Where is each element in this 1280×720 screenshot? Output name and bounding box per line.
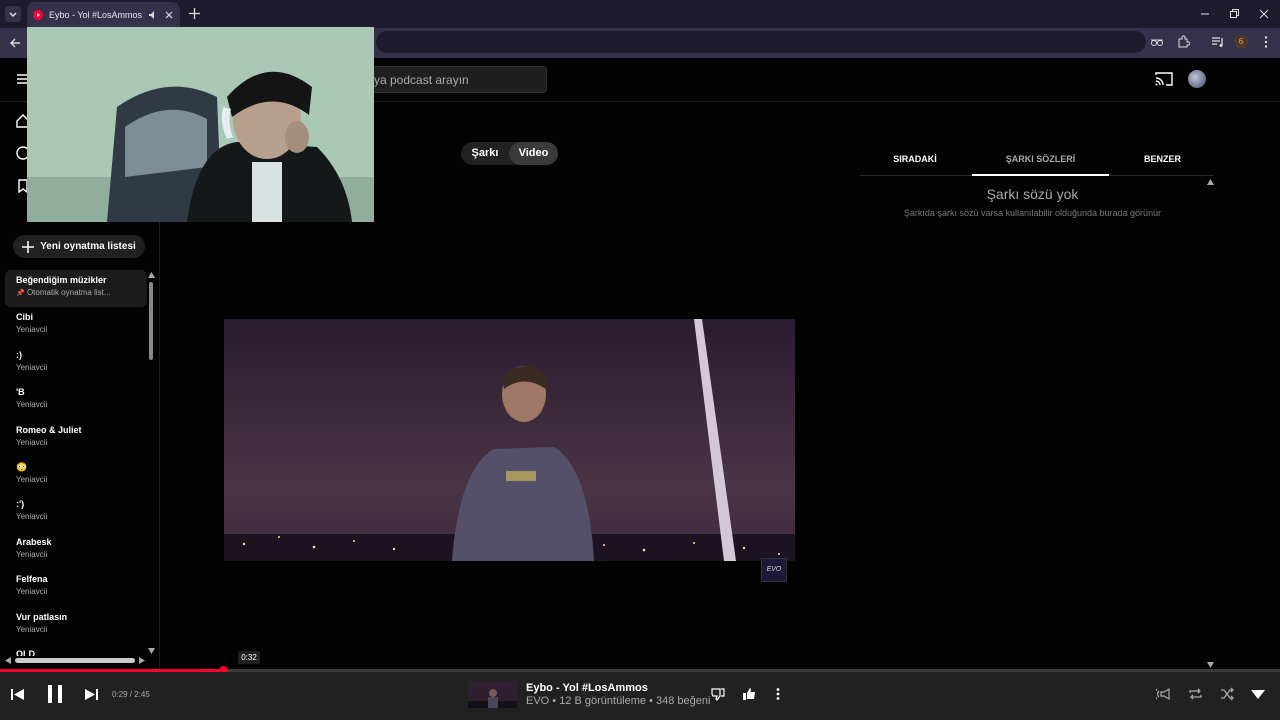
- shuffle-icon[interactable]: [1220, 687, 1235, 701]
- tab-lyrics[interactable]: ŞARKI SÖZLERİ: [972, 144, 1109, 176]
- playlist-subtitle: Yeniavcii: [16, 400, 48, 410]
- playlist-subtitle: Yeniavcii: [16, 325, 48, 335]
- playlist-title: OLD: [16, 648, 35, 656]
- tab-title: Eybo - Yol #LosAmmos - Yo: [49, 10, 142, 20]
- plus-icon: [22, 240, 35, 253]
- track-thumbnail-image: [468, 681, 517, 708]
- playlist-title: :): [16, 349, 22, 360]
- scroll-right-arrow-icon[interactable]: [139, 657, 145, 664]
- media-controls-icon[interactable]: [1211, 35, 1225, 49]
- close-tab-icon[interactable]: [164, 10, 174, 20]
- playlist-title: Vur patlasın: [16, 611, 68, 622]
- webcam-overlay: [27, 27, 374, 222]
- address-bar[interactable]: [376, 31, 1146, 53]
- tab-related[interactable]: BENZER: [1111, 144, 1214, 176]
- time-display: 0:29 / 2:45: [112, 690, 150, 699]
- restore-icon[interactable]: [1228, 8, 1240, 20]
- back-arrow-icon[interactable]: [8, 36, 22, 50]
- speaker-icon[interactable]: [148, 10, 158, 20]
- sidebar-scrollbar[interactable]: [149, 282, 153, 360]
- horizontal-scrollbar[interactable]: [15, 658, 135, 663]
- panel-scroll-up-icon[interactable]: [1207, 179, 1214, 185]
- playlist-subtitle: Yeniavcii: [16, 512, 48, 522]
- scroll-down-arrow-icon[interactable]: [148, 648, 155, 654]
- playlist-title: Romeo & Juliet: [16, 424, 82, 435]
- track-title[interactable]: Eybo - Yol #LosAmmos: [526, 682, 648, 694]
- song-video-toggle: Şarkı Video: [461, 142, 558, 165]
- tab-up-next[interactable]: SIRADAKİ: [860, 144, 970, 176]
- playlist-subtitle: Yeniavcii: [16, 624, 48, 634]
- playlist-title: 'B: [16, 387, 25, 398]
- no-lyrics-title: Şarkı sözü yok: [986, 186, 1079, 202]
- new-tab-icon[interactable]: [188, 7, 201, 20]
- playlist-subtitle: Yeniavcii: [16, 474, 48, 484]
- browser-tab[interactable]: Eybo - Yol #LosAmmos - Yo: [27, 2, 180, 28]
- track-meta: EVO • 12 B görüntüleme • 348 beğeni: [526, 695, 711, 707]
- playlist-subtitle: Yeniavcii: [16, 549, 48, 559]
- previous-icon[interactable]: [11, 688, 24, 701]
- hover-time-tooltip: 0:32: [238, 651, 260, 664]
- avatar[interactable]: [1188, 70, 1206, 88]
- playlist-title: Beğendiğim müzikler: [16, 275, 107, 285]
- profile-badge[interactable]: 6: [1234, 35, 1248, 49]
- video-player[interactable]: [224, 319, 795, 561]
- playlist-subtitle: Yeniavcii: [16, 587, 48, 597]
- webcam-image: [27, 27, 374, 222]
- playlist-title: Arabesk: [16, 536, 52, 547]
- playlist-item[interactable]: :) Yeniavcii: [5, 345, 147, 382]
- new-playlist-label: Yeni oynatma listesi: [40, 241, 136, 252]
- pin-icon: 📌: [16, 290, 25, 297]
- panel-scroll-down-icon[interactable]: [1207, 662, 1214, 668]
- more-options-icon[interactable]: [774, 687, 782, 701]
- browser-tab-strip: Eybo - Yol #LosAmmos - Yo: [0, 0, 1280, 28]
- playlist-title: :'): [16, 499, 25, 510]
- playlist-title: 😳: [16, 461, 28, 472]
- next-icon[interactable]: [85, 688, 98, 701]
- channel-watermark: EVO: [761, 558, 787, 582]
- playlist-item[interactable]: Felfena Yeniavcii: [5, 569, 147, 606]
- playlist-item[interactable]: Beğendiğim müzikler 📌 Otomatik oynatma l…: [5, 270, 147, 308]
- playlist-item[interactable]: Romeo & Juliet Yeniavcii: [5, 420, 147, 457]
- youtube-music-favicon-icon: [33, 10, 43, 20]
- video-toggle-button[interactable]: Video: [509, 142, 558, 165]
- close-window-icon[interactable]: [1258, 8, 1270, 20]
- playlist-item[interactable]: 'B Yeniavcii: [5, 382, 147, 419]
- scroll-up-arrow-icon[interactable]: [148, 272, 155, 278]
- expand-player-icon[interactable]: [1251, 690, 1265, 699]
- chevron-down-icon: [9, 12, 17, 18]
- browser-menu-icon[interactable]: [1259, 35, 1273, 49]
- video-frame: [224, 319, 795, 561]
- volume-icon[interactable]: [1156, 687, 1171, 701]
- cast-icon[interactable]: [1155, 71, 1173, 87]
- track-thumbnail[interactable]: [468, 681, 517, 708]
- tab-search-button[interactable]: [5, 6, 21, 22]
- active-tab-indicator: [972, 174, 1109, 176]
- playlist-item[interactable]: Cibi Yeniavcii: [5, 307, 147, 344]
- pause-icon[interactable]: [46, 684, 64, 704]
- playlist-title: Cibi: [16, 312, 33, 323]
- minimize-icon[interactable]: [1199, 8, 1211, 20]
- no-lyrics-subtitle: Şarkıda şarkı sözü varsa kullanılabilir …: [903, 208, 1162, 218]
- playlist-list: Beğendiğim müzikler 📌 Otomatik oynatma l…: [5, 270, 147, 656]
- playlist-title: Felfena: [16, 574, 48, 585]
- playlist-subtitle: 📌 Otomatik oynatma list...: [16, 288, 111, 297]
- repeat-icon[interactable]: [1188, 687, 1203, 701]
- incognito-icon[interactable]: [1150, 35, 1164, 49]
- playlist-subtitle: Yeniavcii: [16, 362, 48, 372]
- like-icon[interactable]: [742, 687, 756, 701]
- playlist-item[interactable]: 😳 Yeniavcii: [5, 457, 147, 494]
- dislike-icon[interactable]: [711, 687, 725, 701]
- new-playlist-button[interactable]: Yeni oynatma listesi: [13, 235, 145, 258]
- playlist-subtitle: Yeniavcii: [16, 437, 48, 447]
- search-input[interactable]: ya podcast arayın: [367, 66, 547, 93]
- playlist-item[interactable]: :') Yeniavcii: [5, 494, 147, 531]
- song-toggle-button[interactable]: Şarkı: [461, 142, 509, 165]
- extensions-puzzle-icon[interactable]: [1176, 35, 1190, 49]
- playlist-item[interactable]: Arabesk Yeniavcii: [5, 532, 147, 569]
- playlist-item[interactable]: OLD: [5, 644, 147, 656]
- playlist-item[interactable]: Vur patlasın Yeniavcii: [5, 607, 147, 644]
- scroll-left-arrow-icon[interactable]: [5, 657, 11, 664]
